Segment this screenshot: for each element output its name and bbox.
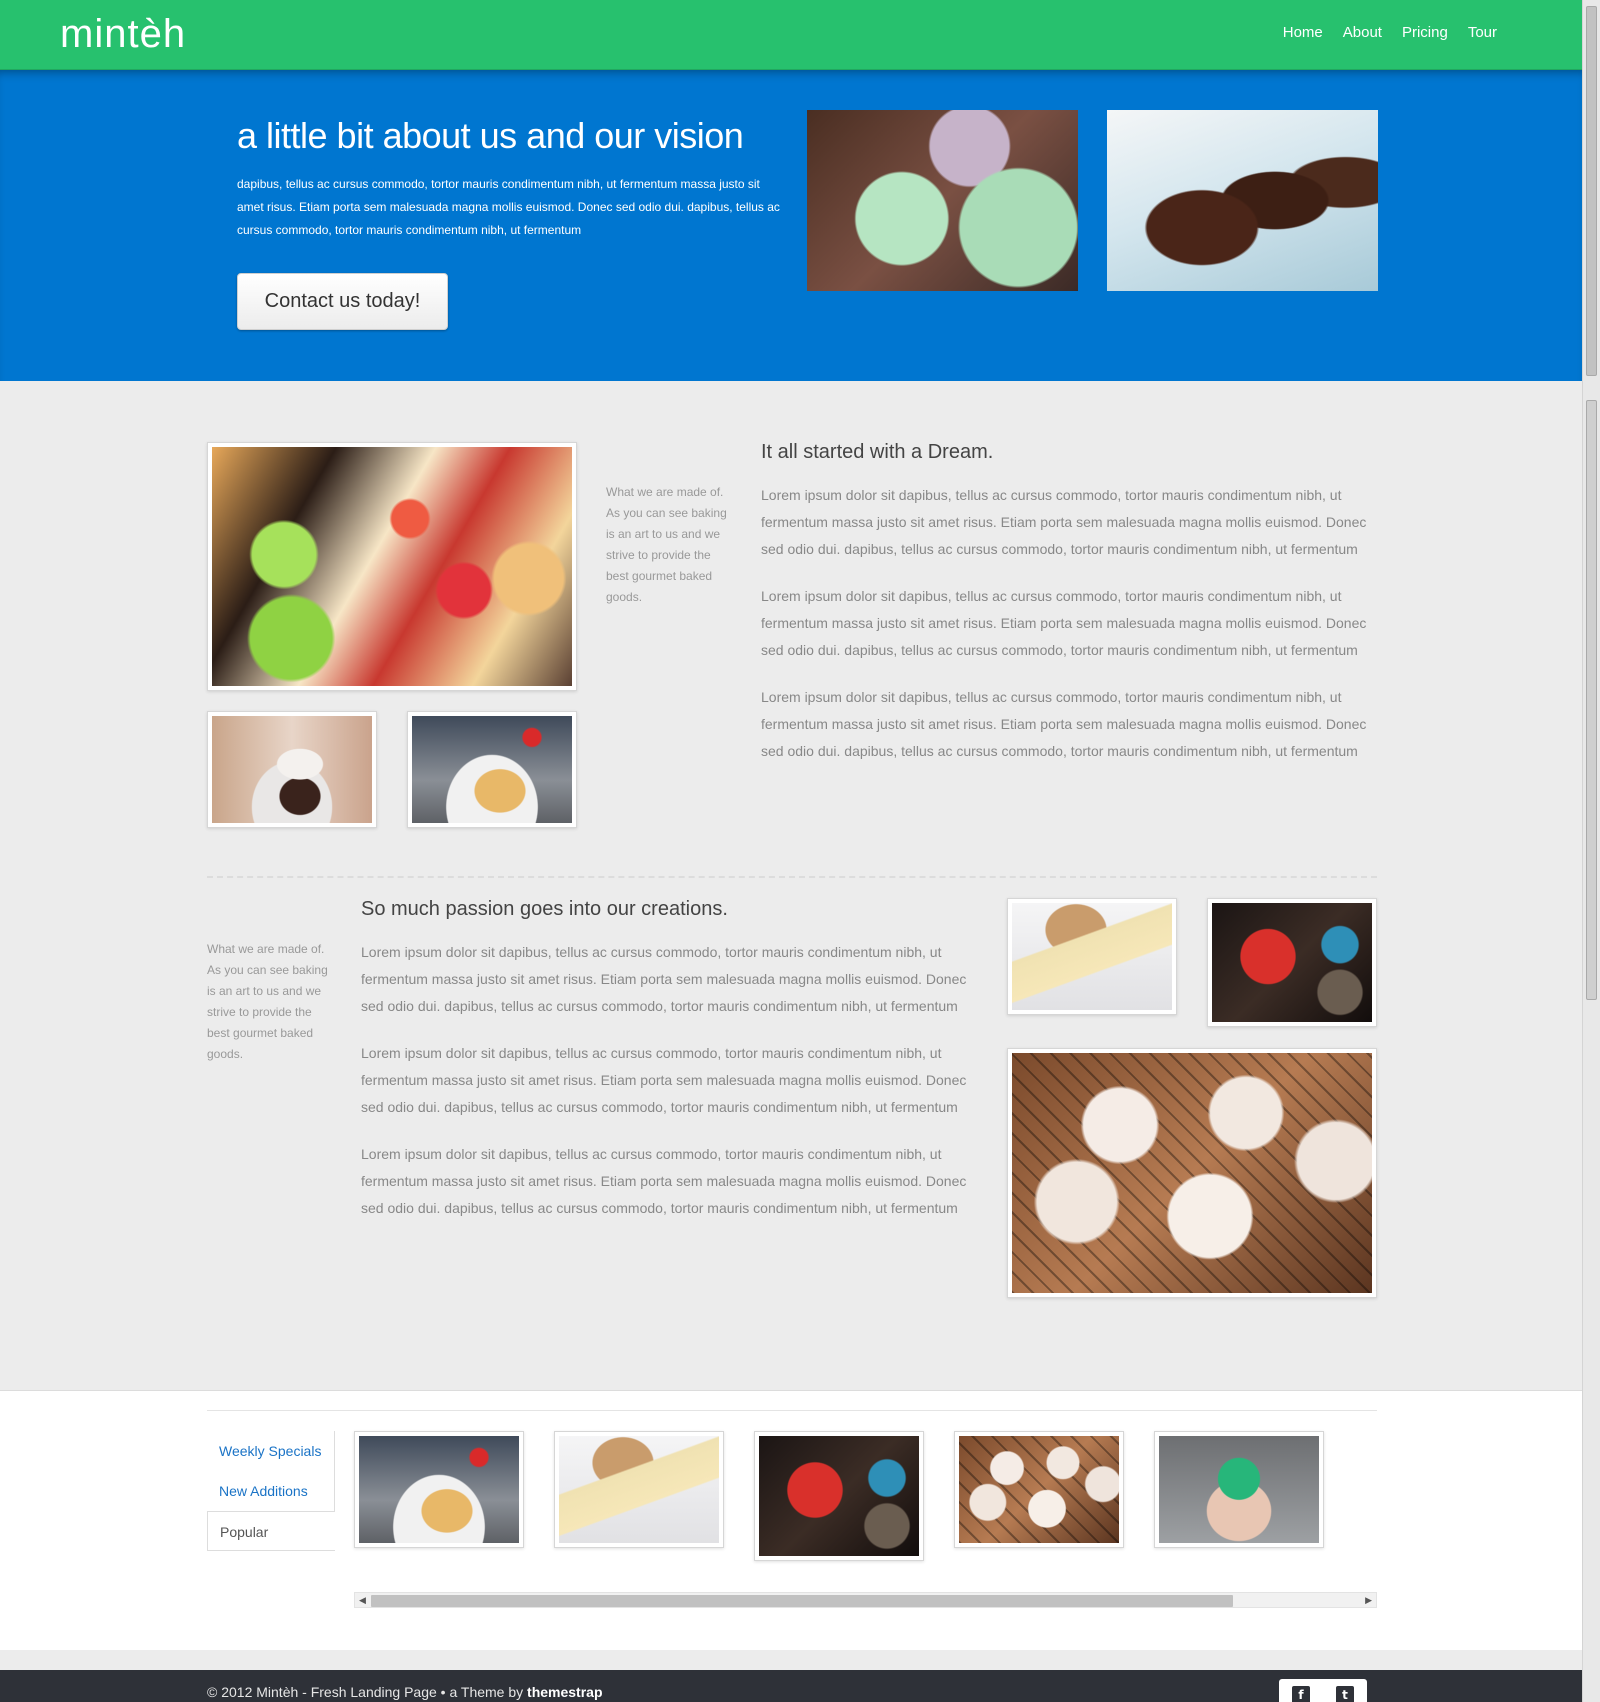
nav-home[interactable]: Home xyxy=(1283,24,1323,41)
facebook-icon[interactable]: f xyxy=(1292,1686,1310,1702)
section2-paragraph: Lorem ipsum dolor sit dapibus, tellus ac… xyxy=(361,1146,967,1216)
photo-cupcake xyxy=(207,711,377,828)
gallery-scrollbar-thumb[interactable] xyxy=(371,1595,1233,1607)
gallery-divider xyxy=(207,1410,1377,1411)
gallery-thumb[interactable] xyxy=(554,1431,724,1548)
twitter-icon[interactable]: t xyxy=(1336,1686,1354,1702)
section-divider xyxy=(207,876,1377,878)
page: mintèh Home About Pricing Tour a little … xyxy=(0,0,1582,1702)
copyright-text: © 2012 Mintèh - Fresh Landing Page • a T… xyxy=(207,1684,528,1700)
photo-cheesecake xyxy=(1007,898,1177,1015)
photo-pastry-display xyxy=(207,442,577,691)
author-link[interactable]: themestrap xyxy=(527,1684,602,1700)
side-note-2: What we are made of. As you can see baki… xyxy=(207,942,328,1061)
nav-pricing[interactable]: Pricing xyxy=(1402,24,1448,41)
side-note-1: What we are made of. As you can see baki… xyxy=(606,485,727,604)
hero-image-chocolate-cookies xyxy=(1107,110,1378,291)
section2-title: So much passion goes into our creations. xyxy=(361,898,728,920)
gallery-thumb[interactable] xyxy=(754,1431,924,1561)
navbar: mintèh Home About Pricing Tour xyxy=(0,0,1582,70)
scrollbar-track-segment xyxy=(1586,400,1597,1000)
hero-image-macarons xyxy=(807,110,1078,291)
hero-text: dapibus, tellus ac cursus commodo, torto… xyxy=(237,177,780,237)
gallery-thumb[interactable] xyxy=(1154,1431,1324,1548)
tab-weekly-specials[interactable]: Weekly Specials xyxy=(207,1431,335,1471)
photo-cakes-on-rack xyxy=(1007,1048,1377,1298)
tab-new-additions[interactable]: New Additions xyxy=(207,1471,335,1511)
nav-about[interactable]: About xyxy=(1343,24,1382,41)
scrollbar-thumb[interactable] xyxy=(1586,6,1597,376)
photo-decorated-cookies xyxy=(1207,898,1377,1027)
nav-tour[interactable]: Tour xyxy=(1468,24,1497,41)
hero-title: a little bit about us and our vision xyxy=(237,115,744,156)
section2-paragraph: Lorem ipsum dolor sit dapibus, tellus ac… xyxy=(361,944,967,1014)
photo-cake-slice xyxy=(407,711,577,828)
gallery-thumb[interactable] xyxy=(954,1431,1124,1548)
section1-paragraph: Lorem ipsum dolor sit dapibus, tellus ac… xyxy=(761,588,1367,658)
brand-logo[interactable]: mintèh xyxy=(60,12,186,57)
gallery-thumb[interactable] xyxy=(354,1431,524,1548)
main-nav: Home About Pricing Tour xyxy=(1283,24,1497,41)
window-scrollbar[interactable] xyxy=(1582,0,1600,1702)
gallery-scrollbar[interactable]: ◀ ▶ xyxy=(354,1592,1377,1608)
section1-paragraph: Lorem ipsum dolor sit dapibus, tellus ac… xyxy=(761,689,1367,759)
hero: a little bit about us and our vision dap… xyxy=(0,70,1582,381)
tab-popular[interactable]: Popular xyxy=(207,1511,335,1551)
scroll-left-icon[interactable]: ◀ xyxy=(359,1595,366,1606)
section1-title: It all started with a Dream. xyxy=(761,441,994,463)
social-links: f t xyxy=(1279,1679,1367,1702)
footer: © 2012 Mintèh - Fresh Landing Page • a T… xyxy=(0,1670,1582,1702)
section1-paragraph: Lorem ipsum dolor sit dapibus, tellus ac… xyxy=(761,487,1367,557)
contact-button[interactable]: Contact us today! xyxy=(237,273,448,330)
footer-copyright: © 2012 Mintèh - Fresh Landing Page • a T… xyxy=(207,1684,603,1700)
section2-paragraph: Lorem ipsum dolor sit dapibus, tellus ac… xyxy=(361,1045,967,1115)
scroll-right-icon[interactable]: ▶ xyxy=(1365,1595,1372,1606)
gallery-tabs: Weekly Specials New Additions Popular xyxy=(207,1431,335,1551)
